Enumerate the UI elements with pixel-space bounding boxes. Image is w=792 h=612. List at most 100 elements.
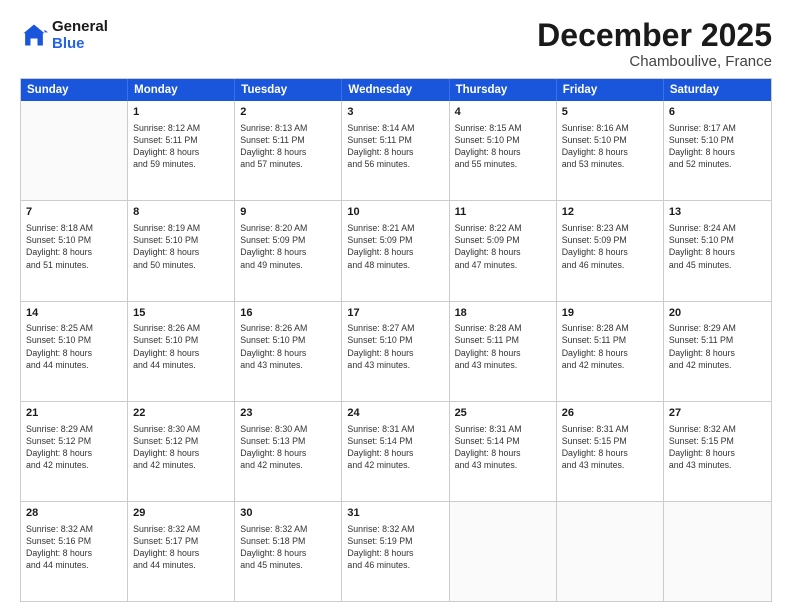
day-number: 9: [240, 205, 336, 220]
day-cell-13: 13 Sunrise: 8:24 AMSunset: 5:10 PMDayligh…: [664, 201, 771, 300]
day-cell-17: 17Sunrise: 8:27 AMSunset: 5:10 PMDayligh…: [342, 302, 449, 401]
header-day-friday: Friday: [557, 79, 664, 101]
day-cell-11: 11Sunrise: 8:22 AMSunset: 5:09 PMDayligh…: [450, 201, 557, 300]
header-day-wednesday: Wednesday: [342, 79, 449, 101]
day-cell-28: 28 Sunrise: 8:32 AMSunset: 5:16 PMDayligh…: [21, 502, 128, 601]
day-info: Sunrise: 8:21 AMSunset: 5:09 PMDaylight:…: [347, 222, 443, 271]
day-info: Sunrise: 8:26 AMSunset: 5:10 PMDaylight:…: [240, 322, 336, 371]
week-row-4: 21Sunrise: 8:29 AMSunset: 5:12 PMDayligh…: [21, 402, 771, 502]
day-info: Sunrise: 8:23 AMSunset: 5:09 PMDaylight:…: [562, 222, 658, 271]
day-info: Sunrise: 8:32 AMSunset: 5:18 PMDaylight:…: [240, 523, 336, 572]
day-number: 31: [347, 506, 443, 521]
day-info: Sunrise: 8:31 AMSunset: 5:14 PMDaylight:…: [347, 423, 443, 472]
day-number: 24: [347, 406, 443, 421]
day-number: 11: [455, 205, 551, 220]
day-info: Sunrise: 8:16 AMSunset: 5:10 PMDaylight:…: [562, 122, 658, 171]
day-cell-22: 22 Sunrise: 8:30 AMSunset: 5:12 PMDayligh…: [128, 402, 235, 501]
header-day-monday: Monday: [128, 79, 235, 101]
day-info: Sunrise: 8:31 AMSunset: 5:15 PMDaylight:…: [562, 423, 658, 472]
day-info: Sunrise: 8:32 AMSunset: 5:19 PMDaylight:…: [347, 523, 443, 572]
page-title: December 2025: [537, 18, 772, 53]
week-row-1: 1 Sunrise: 8:12 AMSunset: 5:11 PMDaylight…: [21, 101, 771, 201]
day-cell-1: 1 Sunrise: 8:12 AMSunset: 5:11 PMDaylight…: [128, 101, 235, 200]
calendar-header: SundayMondayTuesdayWednesdayThursdayFrid…: [21, 79, 771, 101]
empty-cell: [557, 502, 664, 601]
day-info: Sunrise: 8:20 AMSunset: 5:09 PMDaylight:…: [240, 222, 336, 271]
day-number: 8: [133, 205, 229, 220]
day-cell-12: 12 Sunrise: 8:23 AMSunset: 5:09 PMDayligh…: [557, 201, 664, 300]
day-info: Sunrise: 8:25 AMSunset: 5:10 PMDaylight:…: [26, 322, 122, 371]
day-cell-2: 2Sunrise: 8:13 AMSunset: 5:11 PMDaylight…: [235, 101, 342, 200]
day-number: 30: [240, 506, 336, 521]
day-cell-19: 19Sunrise: 8:28 AMSunset: 5:11 PMDayligh…: [557, 302, 664, 401]
day-info: Sunrise: 8:28 AMSunset: 5:11 PMDaylight:…: [562, 322, 658, 371]
day-cell-14: 14Sunrise: 8:25 AMSunset: 5:10 PMDayligh…: [21, 302, 128, 401]
empty-cell: [21, 101, 128, 200]
day-cell-21: 21Sunrise: 8:29 AMSunset: 5:12 PMDayligh…: [21, 402, 128, 501]
day-number: 19: [562, 306, 658, 321]
day-number: 10: [347, 205, 443, 220]
day-info: Sunrise: 8:32 AMSunset: 5:15 PMDaylight:…: [669, 423, 766, 472]
day-number: 29: [133, 506, 229, 521]
day-cell-9: 9 Sunrise: 8:20 AMSunset: 5:09 PMDaylight…: [235, 201, 342, 300]
header-day-tuesday: Tuesday: [235, 79, 342, 101]
week-row-3: 14Sunrise: 8:25 AMSunset: 5:10 PMDayligh…: [21, 302, 771, 402]
empty-cell: [664, 502, 771, 601]
day-info: Sunrise: 8:32 AMSunset: 5:16 PMDaylight:…: [26, 523, 122, 572]
header-day-thursday: Thursday: [450, 79, 557, 101]
day-cell-8: 8Sunrise: 8:19 AMSunset: 5:10 PMDaylight…: [128, 201, 235, 300]
day-info: Sunrise: 8:12 AMSunset: 5:11 PMDaylight:…: [133, 122, 229, 171]
day-info: Sunrise: 8:30 AMSunset: 5:12 PMDaylight:…: [133, 423, 229, 472]
day-cell-27: 27Sunrise: 8:32 AMSunset: 5:15 PMDayligh…: [664, 402, 771, 501]
day-cell-16: 16Sunrise: 8:26 AMSunset: 5:10 PMDayligh…: [235, 302, 342, 401]
day-cell-5: 5 Sunrise: 8:16 AMSunset: 5:10 PMDaylight…: [557, 101, 664, 200]
day-cell-15: 15Sunrise: 8:26 AMSunset: 5:10 PMDayligh…: [128, 302, 235, 401]
day-number: 21: [26, 406, 122, 421]
day-cell-7: 7Sunrise: 8:18 AMSunset: 5:10 PMDaylight…: [21, 201, 128, 300]
day-number: 4: [455, 105, 551, 120]
day-number: 14: [26, 306, 122, 321]
day-info: Sunrise: 8:28 AMSunset: 5:11 PMDaylight:…: [455, 322, 551, 371]
day-cell-25: 25Sunrise: 8:31 AMSunset: 5:14 PMDayligh…: [450, 402, 557, 501]
day-number: 16: [240, 306, 336, 321]
day-number: 7: [26, 205, 122, 220]
day-info: Sunrise: 8:30 AMSunset: 5:13 PMDaylight:…: [240, 423, 336, 472]
day-info: Sunrise: 8:17 AMSunset: 5:10 PMDaylight:…: [669, 122, 766, 171]
day-number: 1: [133, 105, 229, 120]
week-row-5: 28 Sunrise: 8:32 AMSunset: 5:16 PMDayligh…: [21, 502, 771, 601]
day-cell-4: 4 Sunrise: 8:15 AMSunset: 5:10 PMDaylight…: [450, 101, 557, 200]
day-cell-20: 20Sunrise: 8:29 AMSunset: 5:11 PMDayligh…: [664, 302, 771, 401]
day-number: 26: [562, 406, 658, 421]
day-info: Sunrise: 8:14 AMSunset: 5:11 PMDaylight:…: [347, 122, 443, 171]
day-info: Sunrise: 8:24 AMSunset: 5:10 PMDaylight:…: [669, 222, 766, 271]
day-info: Sunrise: 8:13 AMSunset: 5:11 PMDaylight:…: [240, 122, 336, 171]
day-cell-30: 30 Sunrise: 8:32 AMSunset: 5:18 PMDayligh…: [235, 502, 342, 601]
title-block: December 2025 Chamboulive, France: [537, 18, 772, 70]
day-cell-23: 23Sunrise: 8:30 AMSunset: 5:13 PMDayligh…: [235, 402, 342, 501]
day-number: 5: [562, 105, 658, 120]
day-cell-3: 3 Sunrise: 8:14 AMSunset: 5:11 PMDaylight…: [342, 101, 449, 200]
page: General Blue December 2025 Chamboulive, …: [0, 0, 792, 612]
day-info: Sunrise: 8:32 AMSunset: 5:17 PMDaylight:…: [133, 523, 229, 572]
day-cell-18: 18Sunrise: 8:28 AMSunset: 5:11 PMDayligh…: [450, 302, 557, 401]
day-info: Sunrise: 8:26 AMSunset: 5:10 PMDaylight:…: [133, 322, 229, 371]
day-number: 3: [347, 105, 443, 120]
logo: General Blue: [20, 18, 108, 53]
day-number: 28: [26, 506, 122, 521]
header-day-sunday: Sunday: [21, 79, 128, 101]
calendar: SundayMondayTuesdayWednesdayThursdayFrid…: [20, 78, 772, 602]
page-subtitle: Chamboulive, France: [537, 53, 772, 70]
day-number: 18: [455, 306, 551, 321]
logo-icon: [20, 21, 48, 49]
day-info: Sunrise: 8:15 AMSunset: 5:10 PMDaylight:…: [455, 122, 551, 171]
logo-line2: Blue: [52, 35, 85, 52]
day-number: 17: [347, 306, 443, 321]
day-number: 12: [562, 205, 658, 220]
week-row-2: 7Sunrise: 8:18 AMSunset: 5:10 PMDaylight…: [21, 201, 771, 301]
day-number: 13: [669, 205, 766, 220]
calendar-body: 1 Sunrise: 8:12 AMSunset: 5:11 PMDaylight…: [21, 101, 771, 601]
day-number: 22: [133, 406, 229, 421]
day-cell-6: 6Sunrise: 8:17 AMSunset: 5:10 PMDaylight…: [664, 101, 771, 200]
header: General Blue December 2025 Chamboulive, …: [20, 18, 772, 70]
empty-cell: [450, 502, 557, 601]
